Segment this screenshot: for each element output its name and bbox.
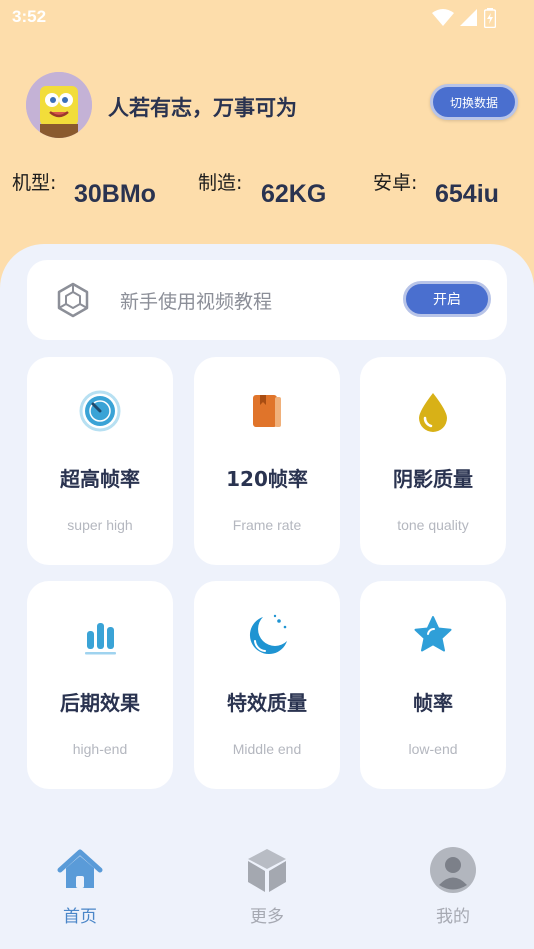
card-title: 特效质量 bbox=[227, 691, 307, 715]
nav-more[interactable]: 更多 bbox=[207, 842, 327, 932]
battery-icon bbox=[484, 8, 496, 28]
card-title: 超高帧率 bbox=[60, 467, 140, 491]
card-subtitle: Middle end bbox=[232, 741, 302, 757]
card-title: 后期效果 bbox=[60, 691, 140, 715]
nav-home[interactable]: 首页 bbox=[20, 842, 140, 932]
stat-label: 制造: bbox=[198, 172, 243, 194]
profile-header: 人若有志，万事可为 切换数据 bbox=[26, 72, 518, 138]
stat-value: 30BMo bbox=[74, 180, 156, 208]
card-title: 帧率 bbox=[413, 691, 453, 715]
user-icon bbox=[430, 847, 476, 893]
card-subtitle: Frame rate bbox=[232, 517, 302, 533]
card-frame-rate-120[interactable]: 120帧率 Frame rate bbox=[194, 357, 340, 565]
card-title: 阴影质量 bbox=[393, 467, 473, 491]
stat-label: 安卓: bbox=[373, 172, 418, 194]
nav-label: 更多 bbox=[250, 907, 284, 927]
wifi-icon bbox=[432, 9, 454, 26]
status-time: 3:52 bbox=[12, 7, 47, 26]
nav-label: 我的 bbox=[436, 907, 470, 927]
signal-icon bbox=[460, 9, 477, 26]
card-subtitle: tone quality bbox=[397, 517, 469, 533]
hexagon-icon bbox=[57, 282, 89, 318]
card-tone-quality[interactable]: 阴影质量 tone quality bbox=[360, 357, 506, 565]
card-low-end[interactable]: 帧率 low-end bbox=[360, 581, 506, 789]
device-stats: 机型: 30BMo 制造: 62KG 安卓: 654iu bbox=[0, 168, 534, 218]
bottom-nav: 首页 更多 我的 bbox=[0, 842, 534, 932]
avatar[interactable] bbox=[26, 72, 92, 138]
switch-data-button[interactable]: 切换数据 bbox=[430, 84, 518, 120]
status-icons bbox=[432, 8, 496, 28]
card-subtitle: high-end bbox=[72, 741, 128, 757]
card-high-end[interactable]: 后期效果 high-end bbox=[27, 581, 173, 789]
card-subtitle: super high bbox=[67, 517, 133, 533]
moon-icon bbox=[245, 613, 289, 657]
open-tutorial-button[interactable]: 开启 bbox=[403, 281, 491, 317]
tutorial-banner[interactable]: 新手使用视频教程 开启 bbox=[27, 260, 507, 340]
tutorial-text: 新手使用视频教程 bbox=[120, 291, 273, 313]
drop-icon bbox=[411, 389, 455, 433]
card-subtitle: low-end bbox=[408, 741, 458, 757]
home-icon bbox=[57, 849, 103, 888]
stat-value: 654iu bbox=[435, 180, 499, 208]
stat-value: 62KG bbox=[261, 180, 327, 208]
stat-label: 机型: bbox=[12, 172, 57, 194]
card-title: 120帧率 bbox=[226, 467, 308, 491]
nav-me[interactable]: 我的 bbox=[393, 842, 513, 932]
star-icon bbox=[411, 613, 455, 657]
card-middle-end[interactable]: 特效质量 Middle end bbox=[194, 581, 340, 789]
bar-chart-icon bbox=[78, 613, 122, 657]
content-panel: 新手使用视频教程 开启 超高帧率 super high 120帧率 Frame … bbox=[0, 244, 534, 949]
stopwatch-icon bbox=[78, 389, 122, 433]
profile-title: 人若有志，万事可为 bbox=[108, 96, 297, 120]
status-bar: 3:52 bbox=[0, 0, 534, 36]
nav-label: 首页 bbox=[63, 907, 97, 927]
book-icon bbox=[245, 389, 289, 433]
card-super-high[interactable]: 超高帧率 super high bbox=[27, 357, 173, 565]
cube-icon bbox=[248, 849, 286, 892]
